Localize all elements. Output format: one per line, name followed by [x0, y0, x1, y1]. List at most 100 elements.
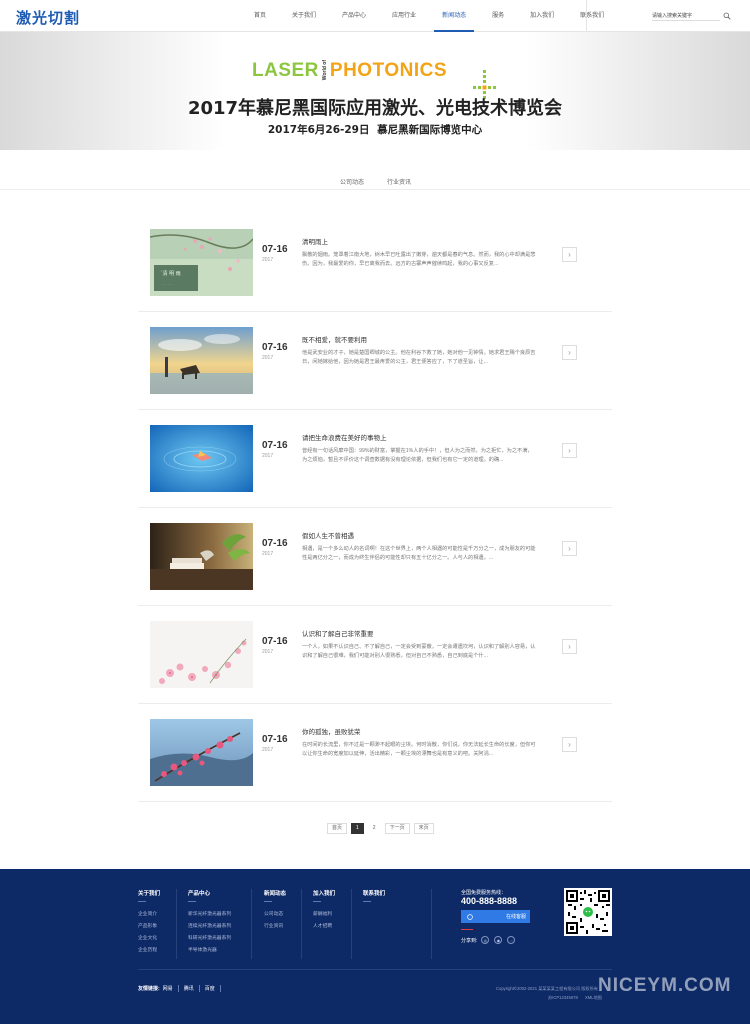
search-box: [652, 11, 732, 21]
qr-code-icon: [564, 888, 612, 936]
footer-col-title[interactable]: 加入我们: [313, 889, 335, 897]
footer-link[interactable]: 人才招聘: [313, 921, 335, 933]
nav-join[interactable]: 加入我们: [522, 0, 562, 32]
news-year: 2017: [262, 257, 274, 263]
news-thumbnail[interactable]: [150, 719, 253, 786]
nav-contact[interactable]: 联系我们: [572, 0, 612, 32]
news-more-button[interactable]: ›: [562, 639, 577, 654]
weibo-icon[interactable]: ◉: [494, 936, 503, 944]
news-more-button[interactable]: ›: [562, 247, 577, 262]
qq-icon[interactable]: ◌: [507, 936, 516, 944]
tab-industry-news[interactable]: 行业资讯: [387, 177, 411, 186]
news-title[interactable]: 请把生命浪费在美好的事物上: [302, 432, 387, 442]
news-title[interactable]: 既不相爱，就不要利用: [302, 334, 367, 344]
chevron-right-icon: ›: [568, 641, 571, 651]
news-item[interactable]: 07-16 2017 既不相爱，就不要利用 他是武安业的才子，她是楚国卿城的公主…: [138, 312, 612, 410]
footer-link[interactable]: 产品形象: [138, 921, 160, 933]
news-list: ˊ清 明 雨 · · · · · · 07-16 2017 清明雨上 飘散的烟雨…: [138, 214, 612, 802]
news-title[interactable]: 认识和了解自己非常重要: [302, 628, 374, 638]
site-logo[interactable]: 激光切割: [16, 7, 80, 28]
logo-world-of-text: World of: [321, 59, 328, 80]
online-consult-button[interactable]: 在线客服: [461, 910, 530, 923]
footer-col-join: 加入我们 薪酬福利 人才招聘: [313, 889, 335, 933]
wechat-icon[interactable]: ◎: [481, 936, 490, 944]
share-bar: 分享到: ◎ ◉ ◌: [461, 936, 520, 944]
news-item[interactable]: 07-16 2017 假如人生不曾相遇 相遇，是一个多么动人的名词啊！在这个世界…: [138, 508, 612, 606]
footer-link[interactable]: 半导体激光器: [188, 945, 231, 957]
footer-col-products: 产品中心 新华光纤激光器系列 连续光纤激光器系列 科研光纤激光器系列 半导体激光…: [188, 889, 231, 957]
news-thumbnail[interactable]: ˊ清 明 雨 · · · · · ·: [150, 229, 253, 296]
nav-home[interactable]: 首页: [246, 0, 274, 32]
news-title[interactable]: 假如人生不曾相遇: [302, 530, 354, 540]
page-next-button[interactable]: 下一页: [384, 823, 410, 834]
footer-link[interactable]: 科研光纤激光器系列: [188, 933, 231, 945]
site-header: 激光切割 首页 关于我们 产品中心 应用行业 新闻动态 服务 加入我们 联系我们: [0, 0, 750, 32]
page-first-button[interactable]: 首页: [327, 823, 348, 834]
nav-about[interactable]: 关于我们: [284, 0, 324, 32]
news-thumbnail[interactable]: [150, 425, 253, 492]
friend-link[interactable]: 网易: [163, 985, 179, 992]
footer-separator: [138, 969, 612, 970]
news-more-button[interactable]: ›: [562, 443, 577, 458]
footer-col-title[interactable]: 产品中心: [188, 889, 231, 897]
footer-col-title[interactable]: 关于我们: [138, 889, 160, 897]
news-summary: 飘散的烟雨。笼罩着江南大地，树木早已吐露出了嫩芽，遍天都是春的气息。然而，我的心…: [302, 252, 536, 267]
news-thumbnail[interactable]: [150, 523, 253, 590]
chevron-right-icon: ›: [568, 739, 571, 749]
footer-link[interactable]: 新华光纤激光器系列: [188, 909, 231, 921]
footer-divider: [351, 889, 352, 959]
footer-col-contact: 联系我们: [363, 889, 385, 909]
page-2-button[interactable]: 2: [367, 823, 381, 834]
news-more-button[interactable]: ›: [562, 541, 577, 556]
nav-service[interactable]: 服务: [484, 0, 512, 32]
footer-link[interactable]: 连续光纤激光器系列: [188, 921, 231, 933]
friend-link[interactable]: 腾讯: [184, 985, 200, 992]
news-item[interactable]: 07-16 2017 认识和了解自己非常重要 一个人，如果不认识自己、不了解自己…: [138, 606, 612, 704]
news-item[interactable]: ˊ清 明 雨 · · · · · · 07-16 2017 清明雨上 飘散的烟雨…: [138, 214, 612, 312]
footer-link[interactable]: 企业历程: [138, 945, 160, 957]
friend-link[interactable]: 百度: [205, 985, 221, 992]
footer-col-underline: [313, 901, 321, 902]
main-nav: 首页 关于我们 产品中心 应用行业 新闻动态 服务 加入我们 联系我们: [246, 0, 622, 32]
footer-col-title[interactable]: 新闻动态: [264, 889, 286, 897]
footer-link[interactable]: 企业文化: [138, 933, 160, 945]
news-year: 2017: [262, 453, 274, 459]
banner-title: 2017年慕尼黑国际应用激光、光电技术博览会: [187, 98, 563, 119]
news-more-button[interactable]: ›: [562, 737, 577, 752]
news-more-button[interactable]: ›: [562, 345, 577, 360]
page-1-button[interactable]: 1: [351, 823, 364, 834]
news-date: 07-16: [262, 440, 288, 451]
footer-link[interactable]: 企业简介: [138, 909, 160, 921]
search-icon[interactable]: [722, 11, 732, 21]
news-item[interactable]: 07-16 2017 你的孤独，虽败犹荣 在时间的长流里，你不过是一颗渺不起眼的…: [138, 704, 612, 802]
laser-photonics-logo: LASER World of PHOTONICS: [252, 58, 447, 84]
news-title[interactable]: 清明雨上: [302, 236, 328, 246]
footer-col-title[interactable]: 联系我们: [363, 889, 385, 897]
nav-news[interactable]: 新闻动态: [434, 0, 475, 32]
search-input[interactable]: [652, 11, 720, 21]
banner-subtitle: 2017年6月26-29日 慕尼黑新国际博览中心: [267, 124, 483, 136]
share-label: 分享到:: [461, 937, 478, 944]
footer-link[interactable]: 薪酬福利: [313, 909, 335, 921]
nav-industry[interactable]: 应用行业: [384, 0, 424, 32]
footer-divider: [251, 889, 252, 959]
news-date: 07-16: [262, 244, 288, 255]
footer-link[interactable]: 公司动态: [264, 909, 286, 921]
chat-icon: [467, 913, 473, 920]
site-watermark: NICEYM.COM: [598, 975, 732, 996]
page-last-button[interactable]: 末页: [413, 823, 434, 834]
header-divider: [586, 0, 587, 32]
news-title[interactable]: 你的孤独，虽败犹荣: [302, 726, 361, 736]
tab-company-news[interactable]: 公司动态: [340, 177, 364, 186]
icp-info: 苏ICP12345678 XML地图: [548, 995, 602, 1001]
news-thumbnail[interactable]: [150, 621, 253, 688]
news-year: 2017: [262, 551, 274, 557]
news-item[interactable]: 07-16 2017 请把生命浪费在美好的事物上 曾经有一句话风靡中国：99%的…: [138, 410, 612, 508]
nav-products[interactable]: 产品中心: [334, 0, 374, 32]
footer-link[interactable]: 行业资讯: [264, 921, 286, 933]
chevron-right-icon: ›: [568, 249, 571, 259]
news-thumbnail[interactable]: [150, 327, 253, 394]
icp-number[interactable]: 苏ICP12345678: [548, 995, 578, 1000]
svg-text:· · · · · ·: · · · · · ·: [162, 282, 173, 286]
news-summary: 他是武安业的才子，她是楚国卿城的公主。他在利谷下救了她，她对他一见钟情。她求君王…: [302, 350, 536, 365]
